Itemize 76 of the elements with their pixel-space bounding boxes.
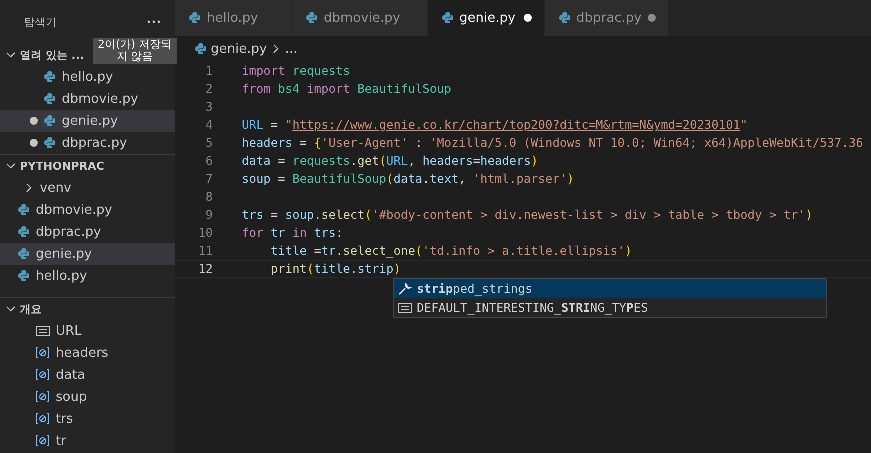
python-icon [44, 137, 56, 149]
chevron-down-icon [6, 50, 16, 60]
editor-tab[interactable]: dbmovie.py [292, 0, 428, 36]
editor-tab[interactable]: genie.py [428, 0, 545, 36]
line-number: 1 [204, 64, 213, 78]
code-line: soup = BeautifulSoup(data.text, 'html.parser') [242, 172, 574, 186]
line-number: 10 [198, 226, 213, 240]
constant-icon [398, 302, 412, 314]
open-editor-item[interactable]: genie.py [0, 110, 175, 132]
open-editor-item[interactable]: dbmovie.py [0, 88, 175, 110]
line-number: 9 [204, 208, 213, 222]
code-line: URL = "https://www.genie.co.kr/chart/top200?ditc=M&rtm=N&ymd=20230101" [242, 118, 748, 132]
wrench-icon [398, 282, 412, 296]
python-icon [558, 12, 571, 24]
suggestion-item[interactable]: DEFAULT_INTERESTING_STRING_TYPES [394, 298, 826, 317]
python-icon [18, 226, 30, 238]
file-item[interactable]: hello.py [0, 265, 175, 287]
open-editor-item[interactable]: dbprac.py [0, 132, 175, 154]
outline-item[interactable]: trs [0, 408, 175, 430]
code-line: from bs4 import BeautifulSoup [242, 82, 452, 96]
line-number: 12 [198, 262, 213, 276]
python-icon [306, 12, 318, 24]
line-number: 3 [204, 100, 213, 114]
editor-tab[interactable]: hello.py [175, 0, 292, 36]
editor-tab[interactable]: dbprac.py [544, 0, 669, 36]
file-item[interactable]: dbmovie.py [0, 199, 175, 221]
chevron-down-icon [6, 161, 16, 171]
variable-icon [36, 413, 50, 425]
sidebar-title: 탐색기 [24, 14, 57, 30]
variable-icon [36, 391, 50, 403]
outline-item[interactable]: tr [0, 430, 175, 452]
tooltip: 2이(가) 저장되지 않음 [93, 38, 177, 64]
chevron-right-icon [271, 44, 282, 54]
line-number: 2 [204, 82, 213, 96]
line-number: 8 [204, 190, 213, 204]
variable-icon [36, 369, 50, 381]
python-icon [18, 204, 30, 216]
suggestion-item[interactable]: stripped_strings [394, 279, 826, 298]
outline-item[interactable]: soup [0, 386, 175, 408]
code-line: data = requests.get(URL, headers=headers) [242, 154, 538, 168]
line-number: 5 [204, 136, 213, 150]
python-icon [195, 43, 207, 55]
constant-icon [36, 325, 50, 337]
outline-item[interactable]: headers [0, 342, 175, 364]
python-icon [18, 270, 30, 282]
file-item[interactable]: genie.py [0, 243, 175, 265]
variable-icon [36, 435, 50, 447]
code-line: headers = {'User-Agent' : 'Mozilla/5.0 (Windows NT 10.0; Win64; x64)AppleWebKit/537.36 [242, 136, 864, 150]
variable-icon [36, 347, 50, 359]
python-icon [44, 115, 56, 127]
breadcrumb-item[interactable]: genie.py [211, 42, 268, 56]
chevron-down-icon [6, 304, 16, 314]
python-icon [44, 71, 56, 83]
more-icon[interactable] [147, 20, 161, 24]
python-icon [189, 12, 201, 24]
outline-item[interactable]: data [0, 364, 175, 386]
python-icon [18, 248, 30, 260]
outline-item[interactable]: URL [0, 320, 175, 342]
line-number: 6 [204, 154, 213, 168]
line-number: 7 [204, 172, 213, 186]
python-icon [44, 93, 56, 105]
code-line: title =tr.select_one('td.info > a.title.ellipsis') [270, 244, 632, 258]
python-icon [442, 12, 454, 24]
code-line: import requests [242, 64, 350, 78]
folder-item[interactable]: venv [0, 177, 175, 199]
file-item[interactable]: dbprac.py [0, 221, 175, 243]
chevron-right-icon [24, 183, 34, 193]
code-line: for tr in trs: [242, 226, 344, 240]
section-header[interactable]: PYTHONPRAC [0, 154, 175, 177]
open-editor-item[interactable]: hello.py [0, 66, 175, 88]
section-header[interactable]: 개요 [0, 297, 175, 320]
code-line: print(title.strip) [270, 262, 401, 276]
line-number: 4 [204, 118, 213, 132]
code-line: trs = soup.select('#body-content > div.newest-list > div > table > tbody > tr') [242, 208, 813, 222]
line-number: 11 [198, 244, 213, 258]
breadcrumb-item[interactable]: ... [285, 42, 298, 56]
